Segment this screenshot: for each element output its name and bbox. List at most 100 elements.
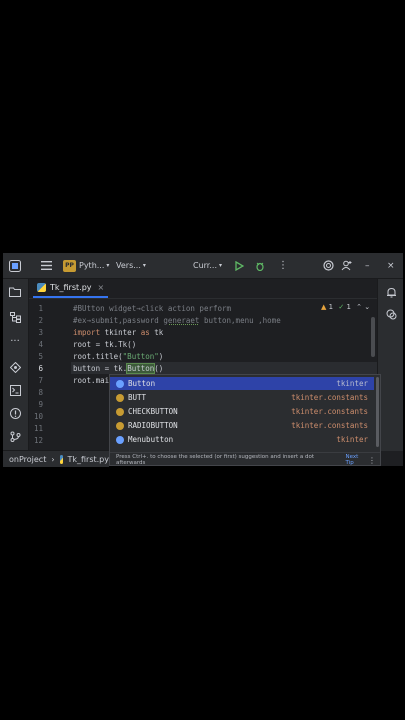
code-fragment: tk [149,328,164,337]
line-number: 4 [38,340,43,349]
run-config-selector[interactable]: Curr... ▾ [193,253,222,278]
popup-hint: Press Ctrl+. to choose the selected (or … [116,454,315,466]
chevron-down-icon: ▾ [106,262,110,269]
ok-count: 1 [346,303,351,311]
app-logo-icon[interactable] [9,253,21,278]
tab-tk-first[interactable]: Tk_first.py × [33,279,109,298]
autocomplete-popup: Button tkinter BUTT tkinter.constants CH… [109,374,381,466]
suggestion-module: tkinter [336,435,368,444]
constant-icon [116,393,124,402]
editor-tab-bar: Tk_first.py × [29,279,377,299]
suggestion-item[interactable]: RADIOBUTTON tkinter.constants [110,419,374,432]
popup-scrollbar[interactable] [376,377,379,447]
code-fragment: root.title( [73,352,123,361]
suggestion-item[interactable]: BUTT tkinter.constants [110,391,374,404]
suggestion-module: tkinter.constants [291,407,368,416]
editor-scrollbar[interactable] [371,317,375,357]
suggestion-name: Menubutton [128,435,174,444]
ai-assistant-icon[interactable] [323,253,334,278]
more-actions-icon[interactable]: ⋮ [278,253,288,278]
code-fragment: tkinter [100,328,141,337]
line-number: 5 [38,352,43,361]
string-literal: "Button" [122,352,159,361]
next-tip-link[interactable]: Next Tip [345,454,368,465]
line-number: 2 [38,316,43,325]
status-bar-breadcrumb: onProject › Tk_first.py [3,450,109,467]
ai-chat-icon[interactable] [383,306,399,322]
line-number: 11 [33,424,43,433]
code-line-1: #BUtton widget→click action perform [73,304,232,313]
line-number: 9 [38,400,43,409]
structure-icon[interactable] [7,309,23,325]
line-number: 7 [38,376,43,385]
git-icon[interactable] [7,428,23,444]
constant-icon [116,421,124,430]
code-line-2: #ex→submit,password generaet button,menu… [73,315,281,327]
chevron-down-icon: ▾ [142,262,146,269]
code-fragment: button,menu ,home [199,316,281,325]
python-packages-icon[interactable] [7,359,23,375]
suggestion-name: RADIOBUTTON [128,421,178,430]
folder-icon[interactable] [7,284,23,300]
chevron-right-icon: › [51,454,55,464]
code-line-7: root.mai [73,376,110,385]
notifications-icon[interactable] [383,284,399,300]
code-typo-fragment: generaet [163,316,200,325]
left-tool-strip: ··· [3,279,29,451]
code-fragment: button = tk. [73,364,128,373]
keyword-import: import [73,328,101,337]
code-fragment: () [154,364,164,373]
line-number: 10 [33,412,43,421]
suggestion-module: tkinter.constants [291,393,368,402]
code-fragment: #ex→submit,password [73,316,164,325]
breadcrumb-file[interactable]: Tk_first.py [67,455,109,464]
problems-icon[interactable] [7,405,23,421]
title-bar: PP Pyth... ▾ Vers... ▾ Curr... ▾ ⋮ – × [3,253,403,279]
suggestion-item[interactable]: Button tkinter [110,377,374,390]
warning-icon: ▲ [321,303,327,311]
project-selector[interactable]: PP Pyth... ▾ [63,253,109,278]
code-fragment: ) [158,352,164,361]
line-number-gutter: 1 2 3 4 5 6 7 8 9 10 11 12 [29,299,71,451]
suggestion-module: tkinter [336,379,368,388]
chevron-up-icon: ⌃ [356,303,363,311]
check-icon: ✓ [338,303,345,311]
code-line-4: root = tk.Tk() [73,340,137,349]
breadcrumb-project[interactable]: onProject [9,455,46,464]
close-window-icon[interactable]: × [387,253,395,278]
minimize-icon[interactable]: – [365,253,370,278]
more-options-icon[interactable]: ⋮ [368,456,376,465]
chevron-down-icon: ▾ [219,262,223,269]
add-user-icon[interactable] [341,253,352,278]
close-tab-icon[interactable]: × [98,283,105,292]
constant-icon [116,407,124,416]
suggestion-module: tkinter.constants [291,421,368,430]
code-line-5: root.title("Button") [73,351,163,363]
debug-icon[interactable] [255,253,265,278]
suggestion-name: CHECKBUTTON [128,407,178,416]
vcs-label: Vers... [116,261,141,270]
main-menu-icon[interactable] [41,253,52,278]
suggestion-name: Button [128,379,156,388]
line-number: 3 [38,328,43,337]
line-number: 1 [38,304,43,313]
suggestion-name: BUTT [128,393,147,402]
project-badge: PP [63,259,76,272]
line-number: 12 [33,436,43,445]
project-name: Pyth... [79,261,105,270]
tab-label: Tk_first.py [50,283,92,292]
run-icon[interactable] [235,253,244,278]
warning-count: 1 [328,303,334,311]
python-file-icon [59,454,64,464]
keyword-as: as [140,328,150,337]
python-console-icon[interactable] [7,382,23,398]
chevron-down-icon: ⌄ [364,303,371,311]
line-number-current: 6 [38,364,43,373]
more-tools-icon[interactable]: ··· [7,333,23,349]
inspection-widget[interactable]: ▲ 1 ✓ 1 ⌃ ⌄ [321,303,370,311]
suggestion-item[interactable]: CHECKBUTTON tkinter.constants [110,405,374,418]
vcs-selector[interactable]: Vers... ▾ [116,253,146,278]
run-config-label: Curr... [193,261,217,270]
class-icon [116,379,124,388]
suggestion-item[interactable]: Menubutton tkinter [110,433,374,446]
